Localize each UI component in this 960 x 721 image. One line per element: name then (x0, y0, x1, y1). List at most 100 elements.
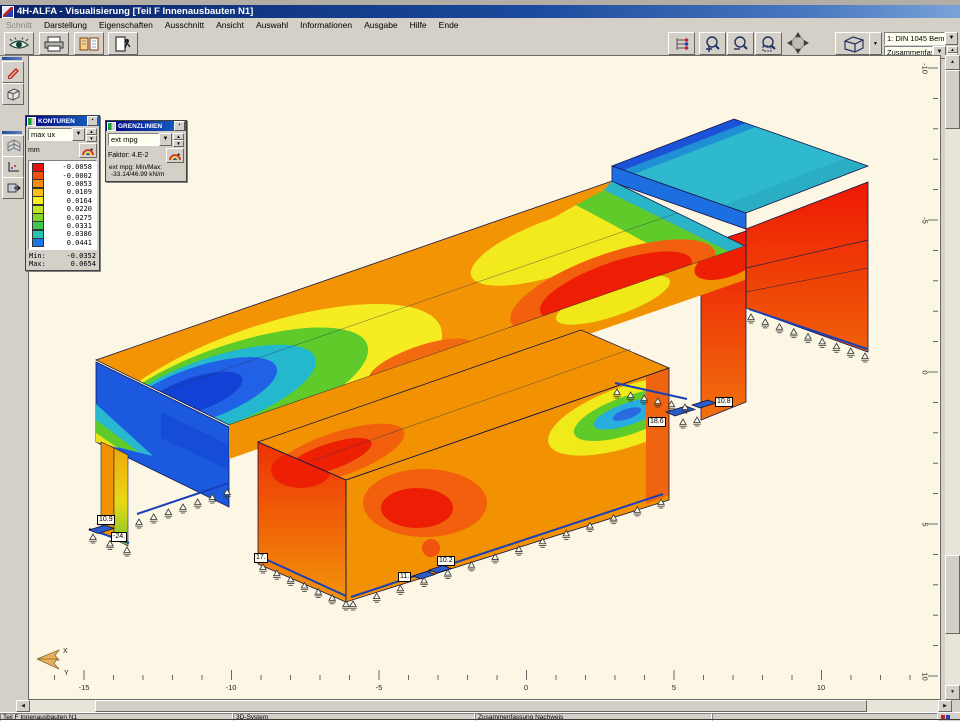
ruler-label: -15 (73, 683, 95, 692)
spinner-down-icon[interactable]: ▼ (86, 135, 97, 142)
ruler-label: 5 (921, 515, 930, 535)
menu-eigenschaften[interactable]: Eigenschaften (93, 19, 159, 31)
axis-indicator: X Y (37, 648, 69, 677)
menu-ende[interactable]: Ende (433, 19, 465, 31)
mesh-view-button[interactable] (2, 135, 24, 157)
konturen-combobox[interactable]: max ux ▼ (28, 128, 85, 141)
menu-ausgabe[interactable]: Ausgabe (358, 19, 404, 31)
chevron-down-icon: ▼ (873, 41, 878, 47)
grenzlinien-combobox[interactable]: ext mpg ▼ (108, 133, 172, 146)
axes-button[interactable] (2, 156, 24, 178)
eye-icon (8, 36, 30, 52)
scroll-left-button[interactable]: ◀ (16, 700, 30, 712)
ruler-label: 10 (810, 683, 832, 692)
exit-button[interactable] (108, 32, 138, 55)
report-button[interactable] (74, 32, 104, 55)
recolor-button[interactable] (79, 143, 97, 158)
panel-icon (107, 122, 116, 131)
axis-x-label: X (63, 648, 68, 655)
edit-mode-button[interactable] (2, 61, 24, 83)
chevron-down-icon[interactable]: ▼ (159, 133, 172, 146)
legend-value: 0.0386 (44, 230, 95, 238)
menu-auswahl[interactable]: Auswahl (250, 19, 294, 31)
toolbar: ▼ 1: DIN 1045 Bemessung ▼ Zusammenfassun… (0, 31, 960, 56)
chevron-down-icon[interactable]: ▼ (945, 32, 958, 45)
pan-arrows-icon (783, 32, 813, 54)
grenzlinien-minmax-value: -33.14/46.99 kN/m (106, 171, 186, 181)
vertical-scroll-thumb[interactable] (945, 70, 960, 129)
ruler-label: 10 (921, 667, 930, 687)
legend-value: 0.0275 (44, 214, 95, 222)
menu-bar: Schnitt Darstellung Eigenschaften Aussch… (0, 18, 960, 32)
section-arrow-icon (6, 181, 21, 195)
grenzlinien-spinner[interactable]: ▲ ▼ (173, 133, 184, 146)
title-bar[interactable]: 4H-ALFA - Visualisierung [Teil F Innenau… (0, 5, 960, 18)
menu-informationen[interactable]: Informationen (294, 19, 358, 31)
cube-icon (840, 35, 866, 53)
max-label: Max: (29, 260, 46, 268)
tree-icon (673, 36, 691, 52)
book-icon (79, 36, 99, 52)
max-value: 0.0654 (71, 260, 96, 268)
panel-menu-button[interactable]: ▪ (87, 116, 98, 126)
ruler-label: 0 (515, 683, 537, 692)
toolgroup-grip[interactable] (2, 57, 22, 60)
grenzlinien-combo-value: ext mpg (108, 133, 159, 146)
scroll-down-button[interactable]: ▼ (945, 685, 960, 700)
menu-hilfe[interactable]: Hilfe (404, 19, 433, 31)
konturen-spinner[interactable]: ▲ ▼ (86, 128, 97, 141)
recolor-button[interactable] (166, 148, 184, 163)
reaction-label: 10.8 (715, 397, 733, 407)
legend-value: 0.0053 (44, 180, 95, 188)
scroll-up-button[interactable]: ▲ (945, 55, 960, 70)
chevron-down-icon[interactable]: ▼ (72, 128, 85, 141)
legend-value: -0.0058 (44, 163, 95, 171)
spinner-down-icon[interactable]: ▼ (173, 140, 184, 147)
menu-ausschnitt[interactable]: Ausschnitt (159, 19, 210, 31)
spinner-up-icon[interactable]: ▲ (173, 133, 184, 140)
horizontal-scroll-thumb[interactable] (95, 700, 867, 712)
toolgroup-grip[interactable] (2, 131, 22, 134)
view-button[interactable] (4, 32, 34, 55)
vertical-scroll-block[interactable] (945, 555, 960, 634)
ruler-label: -10 (220, 683, 242, 692)
view-cube-button[interactable] (835, 32, 871, 55)
structure-tree-button[interactable] (668, 32, 695, 55)
pan-control[interactable] (783, 32, 813, 54)
zoom-window-icon (760, 35, 778, 52)
section-button[interactable] (2, 177, 24, 199)
zoom-out-icon (732, 35, 750, 52)
legend-value: 0.0164 (44, 197, 95, 205)
legend-chip (32, 238, 44, 247)
faktor-label: Faktor: 4.E-2 (108, 152, 165, 159)
panel-menu-button[interactable]: ▪ (174, 121, 185, 131)
menu-ansicht[interactable]: Ansicht (210, 19, 250, 31)
zoom-window-button[interactable] (755, 32, 782, 55)
design-code-value: 1: DIN 1045 Bemessung (884, 32, 945, 45)
konturen-title: KONTUREN (38, 118, 75, 125)
window-title: 4H-ALFA - Visualisierung [Teil F Innenau… (17, 6, 253, 17)
konturen-unit: mm (28, 147, 78, 154)
legend-value: 0.0331 (44, 222, 95, 230)
legend-value: 0.0441 (44, 239, 95, 247)
min-value: -0.0352 (66, 252, 96, 260)
design-code-combobox[interactable]: 1: DIN 1045 Bemessung ▼ (884, 32, 958, 45)
panel-icon (27, 117, 36, 126)
legend-value: 0.0109 (44, 188, 95, 196)
axis-y-label: Y (64, 670, 69, 677)
print-button[interactable] (39, 32, 69, 55)
scroll-right-button[interactable]: ▶ (938, 700, 952, 712)
menu-darstellung[interactable]: Darstellung (38, 19, 93, 31)
view-cube-dropdown[interactable]: ▼ (869, 32, 882, 55)
ruler-label: 5 (663, 683, 685, 692)
reaction-label: 18.6 (648, 417, 666, 427)
grenzlinien-titlebar[interactable]: GRENZLINIEN ▪ (106, 121, 186, 131)
zoom-in-button[interactable] (699, 32, 726, 55)
solid-view-button[interactable] (2, 83, 24, 105)
zoom-out-button[interactable] (727, 32, 754, 55)
exit-door-icon (113, 36, 133, 52)
spinner-up-icon[interactable]: ▲ (86, 128, 97, 135)
konturen-titlebar[interactable]: KONTUREN ▪ (26, 116, 99, 126)
spinner-up-icon[interactable]: ▲ (947, 46, 958, 53)
app-icon (2, 6, 14, 18)
